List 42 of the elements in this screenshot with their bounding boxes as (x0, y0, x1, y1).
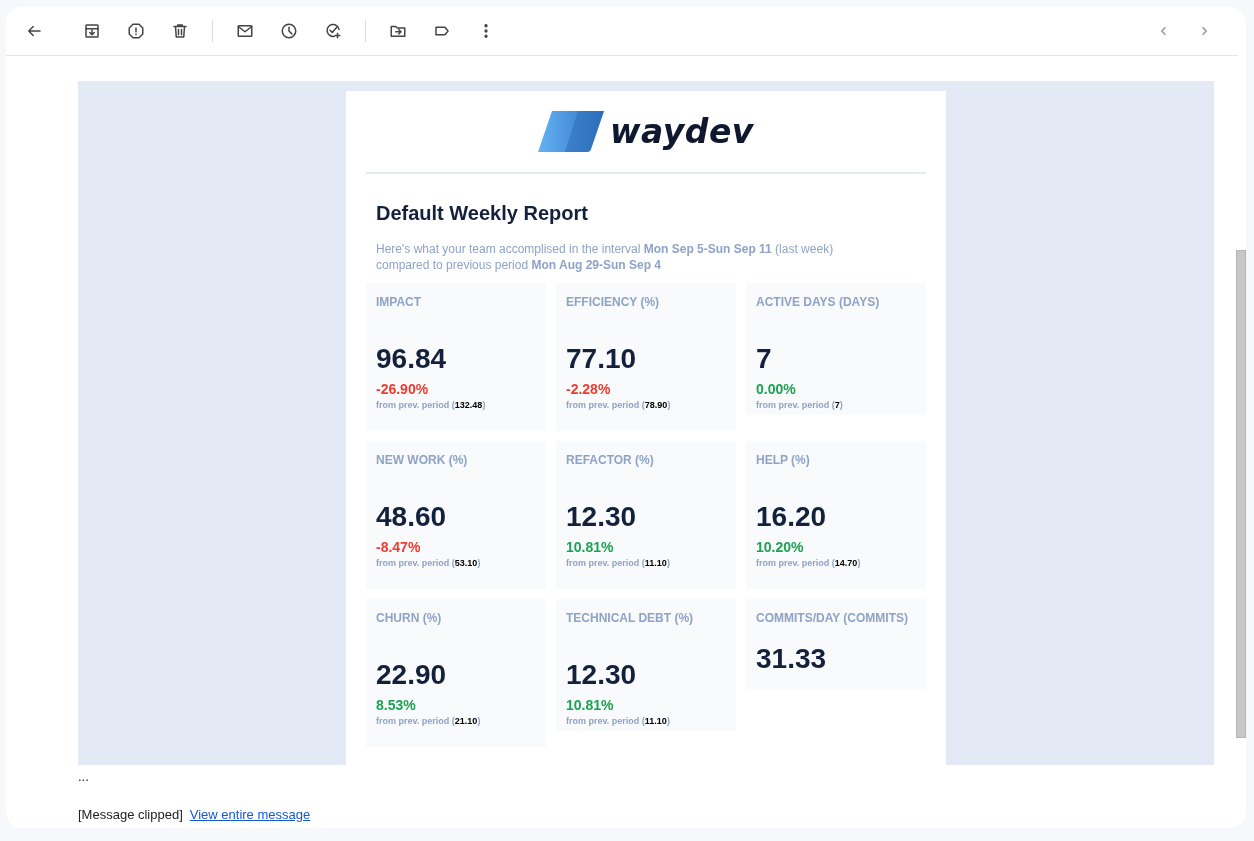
metric-value: 7 (756, 343, 773, 375)
ellipsis-text: ... (78, 769, 89, 784)
comparison-text: from prev. period (14.70) (756, 558, 862, 568)
metric-change: 10.81% (566, 539, 615, 555)
comparison-text: from prev. period (11.10) (566, 716, 671, 726)
metric-change: -8.47% (376, 539, 422, 555)
metric-label: REFACTOR (%) (566, 453, 655, 467)
metric-value: 22.90 (376, 659, 448, 691)
metric-change: 10.20% (756, 539, 805, 555)
comparison-text: from prev. period (132.48) (376, 400, 487, 410)
metric-label: HELP (%) (756, 453, 811, 467)
report-intro: Here's what your team accomplised in the interval Mon Sep 5-Sun Sep 11 (last week) compared to previous period Mon Aug 29-Sun Sep 4 (376, 241, 835, 273)
metric-change: -2.28% (566, 381, 612, 397)
metric-value: 12.30 (566, 659, 638, 691)
metric-value: 16.20 (756, 501, 828, 533)
logo-icon (538, 111, 605, 152)
metric-label: ACTIVE DAYS (DAYS) (756, 295, 881, 309)
comparison-text: from prev. period (11.10) (566, 558, 671, 568)
comparison-text: from prev. period (21.10) (376, 716, 482, 726)
metric-label: COMMITS/DAY (COMMITS) (756, 611, 909, 625)
view-entire-message-link[interactable]: View entire message (189, 807, 311, 822)
metric-change: 0.00% (756, 381, 797, 397)
metric-change: -26.90% (376, 381, 430, 397)
metric-label: EFFICIENCY (%) (566, 295, 661, 309)
metric-value: 96.84 (376, 343, 448, 375)
metric-value: 77.10 (566, 343, 638, 375)
metric-label: NEW WORK (%) (376, 453, 469, 467)
metric-label: CHURN (%) (376, 611, 443, 625)
metric-label: TECHNICAL DEBT (%) (566, 611, 695, 625)
scrollbar-thumb[interactable] (1236, 250, 1246, 738)
metric-value: 48.60 (376, 501, 448, 533)
report-title: Default Weekly Report (376, 202, 589, 225)
metric-value: 12.30 (566, 501, 638, 533)
comparison-text: from prev. period (78.90) (566, 400, 672, 410)
metric-value: 31.33 (756, 643, 828, 675)
clipped-notice: [Message clipped] (78, 807, 183, 822)
logo-wordmark: waydev (610, 112, 754, 151)
metric-change: 8.53% (376, 697, 417, 713)
comparison-text: from prev. period (53.10) (376, 558, 482, 568)
comparison-text: from prev. period (7) (756, 400, 844, 410)
metric-label: IMPACT (376, 295, 423, 309)
metric-change: 10.81% (566, 697, 615, 713)
